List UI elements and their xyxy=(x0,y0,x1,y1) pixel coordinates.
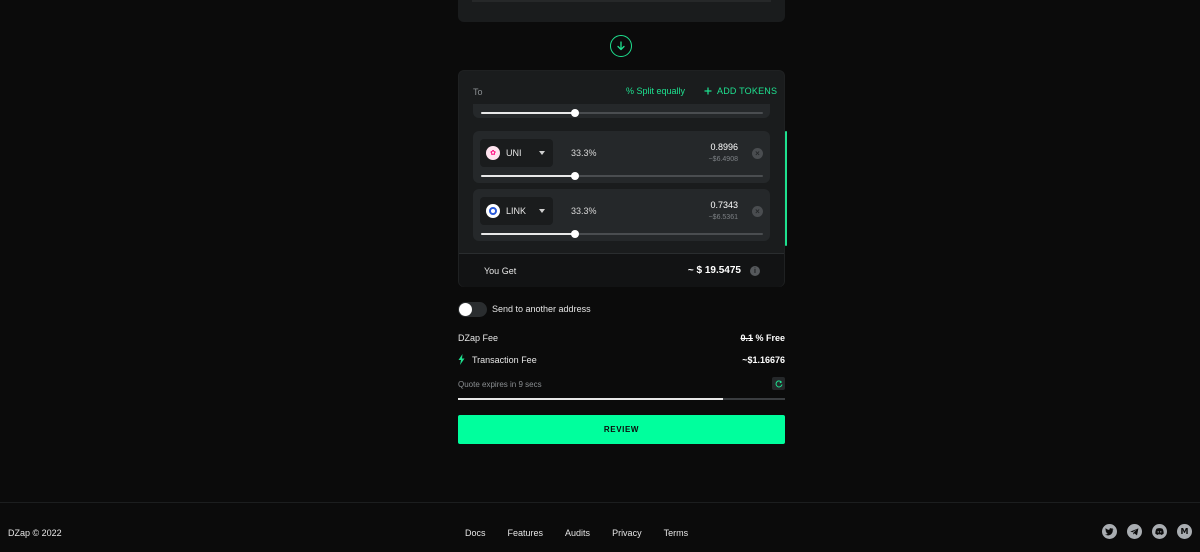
refresh-quote-button[interactable] xyxy=(772,377,785,390)
from-card-bottom xyxy=(458,0,785,22)
copyright: DZap © 2022 xyxy=(8,528,62,538)
chevron-down-icon xyxy=(539,209,545,213)
token-select-link[interactable]: LINK xyxy=(480,197,553,225)
toggle-knob xyxy=(459,303,472,316)
send-to-address-label: Send to another address xyxy=(492,304,591,314)
token-amount: 0.7343 xyxy=(710,200,738,210)
swap-direction-button[interactable] xyxy=(610,35,632,57)
footer-link-docs[interactable]: Docs xyxy=(465,528,486,538)
review-button-label: REVIEW xyxy=(603,425,640,434)
arrow-down-icon xyxy=(617,41,625,51)
token-percent[interactable]: 33.3% xyxy=(571,148,597,158)
token-list[interactable]: ✿ UNI 33.3% 0.8996 ~$6.4908 × LINK 33.3%… xyxy=(473,104,770,244)
footer-link-privacy[interactable]: Privacy xyxy=(612,528,642,538)
uni-token-icon: ✿ xyxy=(486,146,500,160)
info-icon[interactable]: i xyxy=(750,266,760,276)
slider-fill xyxy=(481,175,575,177)
you-get-label: You Get xyxy=(484,266,517,276)
slider-fill xyxy=(481,233,575,235)
split-equally-label: % Split equally xyxy=(626,86,686,96)
slider-thumb[interactable] xyxy=(570,230,579,238)
footer-links: Docs Features Audits Privacy Terms xyxy=(465,528,688,538)
lightning-icon xyxy=(458,354,465,365)
token-usd-value: ~$6.4908 xyxy=(708,156,738,163)
token-list-scrollbar[interactable] xyxy=(785,131,787,246)
slider-thumb[interactable] xyxy=(570,109,579,117)
dzap-fee-value: 0.1 % Free xyxy=(740,333,785,343)
remove-token-icon[interactable]: × xyxy=(752,206,763,217)
add-tokens-button[interactable]: ADD TOKENS xyxy=(704,86,777,96)
add-tokens-label: ADD TOKENS xyxy=(717,86,778,96)
dzap-fee-label: DZap Fee xyxy=(458,333,499,343)
split-equally-button[interactable]: % Split equally xyxy=(626,86,685,96)
remove-token-icon[interactable]: × xyxy=(752,148,763,159)
transaction-fee-label: Transaction Fee xyxy=(472,355,537,365)
slider-thumb[interactable] xyxy=(570,172,579,180)
link-token-icon xyxy=(486,204,500,218)
medium-icon[interactable]: M xyxy=(1177,524,1192,539)
token-row-partial xyxy=(473,104,770,118)
token-slider[interactable] xyxy=(481,230,763,238)
you-get-value: ~ $ 19.5475 xyxy=(687,265,741,276)
chevron-down-icon xyxy=(539,151,545,155)
quote-expiry-label: Quote expires in 9 secs xyxy=(458,380,542,389)
dzap-fee-free: % Free xyxy=(752,333,785,343)
token-slider[interactable] xyxy=(481,109,763,117)
swap-page: To % Split equally ADD TOKENS ✿ UNI 33.3… xyxy=(0,0,1200,552)
telegram-icon[interactable] xyxy=(1127,524,1142,539)
token-slider[interactable] xyxy=(481,172,763,180)
transaction-fee-value: ~$1.16676 xyxy=(742,355,785,365)
token-percent[interactable]: 33.3% xyxy=(571,206,597,216)
footer: DZap © 2022 Docs Features Audits Privacy… xyxy=(0,502,1200,552)
token-amount: 0.8996 xyxy=(710,142,738,152)
quote-progress-fill xyxy=(458,398,723,400)
token-usd-value: ~$6.5361 xyxy=(708,214,738,221)
from-card-divider xyxy=(472,0,771,2)
token-symbol: LINK xyxy=(506,206,527,216)
slider-fill xyxy=(481,112,575,114)
social-links: M xyxy=(1102,524,1192,539)
review-button[interactable]: REVIEW xyxy=(458,415,785,444)
token-symbol: UNI xyxy=(506,148,522,158)
footer-link-audits[interactable]: Audits xyxy=(565,528,590,538)
quote-progress-bar xyxy=(458,398,785,400)
link-icon-ring xyxy=(489,207,497,215)
footer-link-features[interactable]: Features xyxy=(508,528,544,538)
token-row-link: LINK 33.3% 0.7343 ~$6.5361 × xyxy=(473,189,770,241)
plus-icon xyxy=(704,87,712,95)
token-row-uni: ✿ UNI 33.3% 0.8996 ~$6.4908 × xyxy=(473,131,770,183)
you-get-bar: You Get ~ $ 19.5475 i xyxy=(459,253,784,287)
footer-link-terms[interactable]: Terms xyxy=(664,528,689,538)
to-label: To xyxy=(473,87,483,97)
send-to-address-toggle[interactable] xyxy=(458,302,487,317)
token-select-uni[interactable]: ✿ UNI xyxy=(480,139,553,167)
discord-icon[interactable] xyxy=(1152,524,1167,539)
dzap-fee-old: 0.1 xyxy=(740,333,753,343)
refresh-icon xyxy=(775,379,782,387)
to-card: To % Split equally ADD TOKENS ✿ UNI 33.3… xyxy=(458,70,787,287)
twitter-icon[interactable] xyxy=(1102,524,1117,539)
